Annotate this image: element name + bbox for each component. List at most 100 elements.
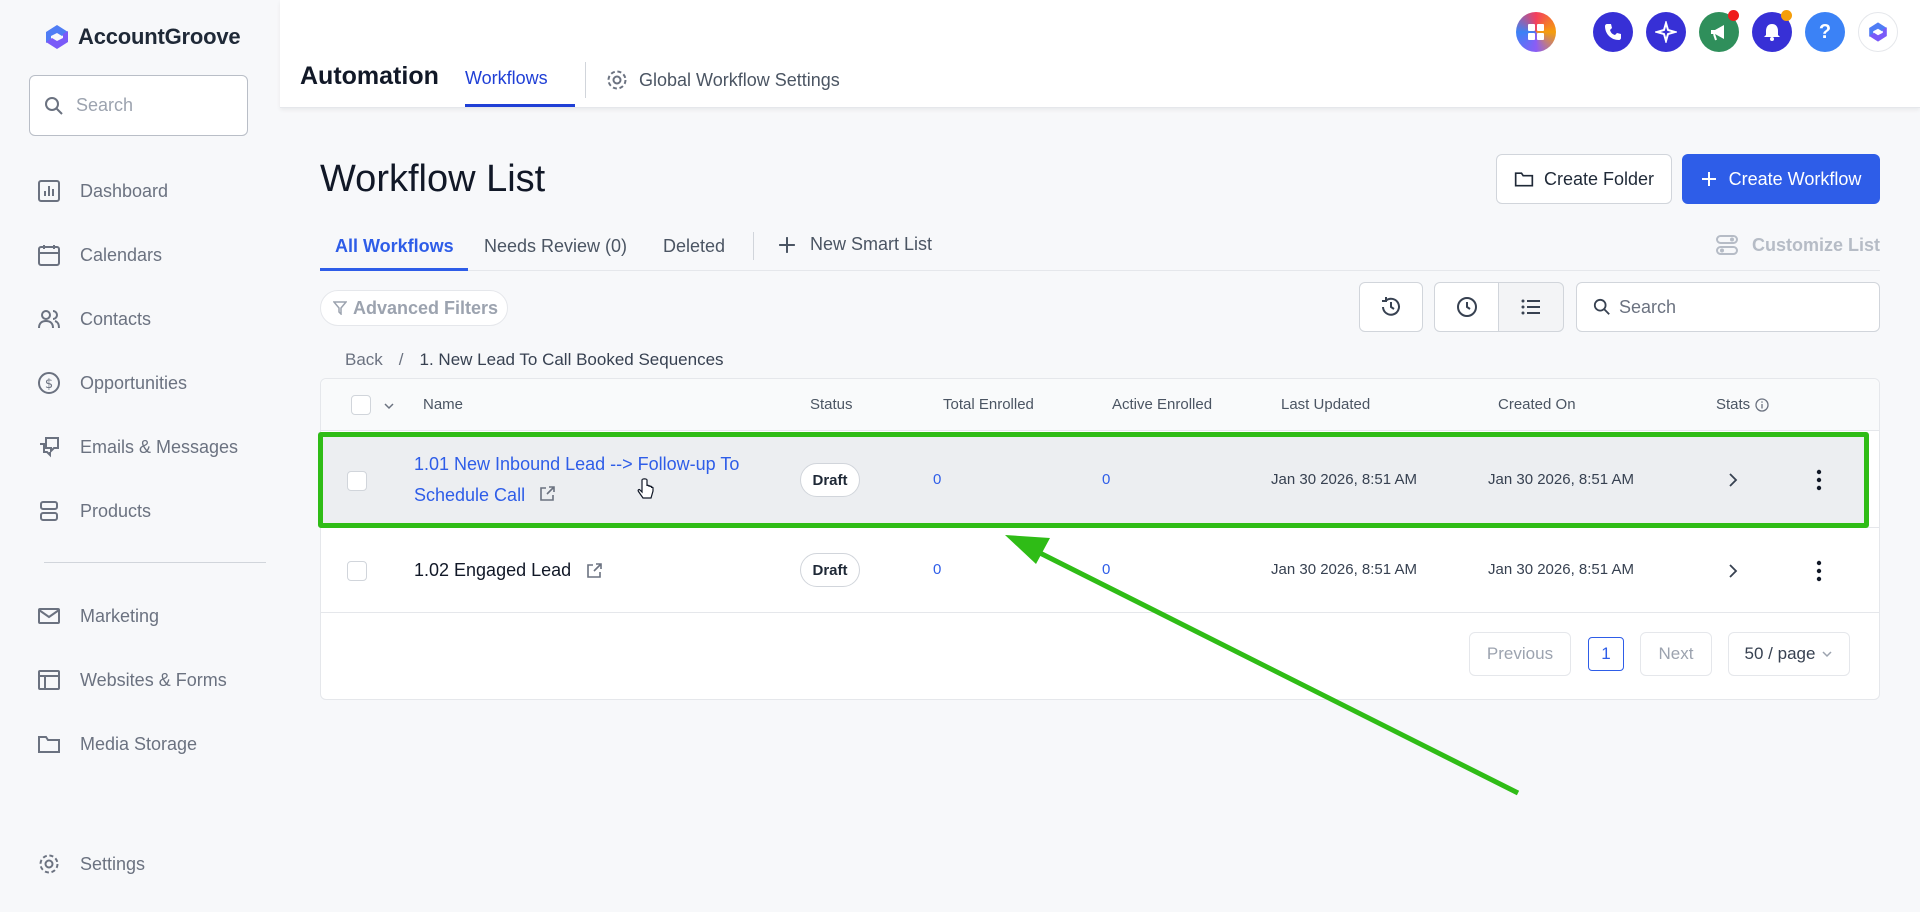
- external-link-icon[interactable]: [585, 562, 603, 580]
- column-header-active-enrolled: Active Enrolled: [1112, 396, 1213, 413]
- gear-icon: [36, 851, 62, 877]
- button-label: Create Folder: [1543, 168, 1655, 189]
- row-checkbox[interactable]: [347, 561, 367, 581]
- table-header: [321, 379, 1879, 431]
- dollar-icon: $: [36, 370, 62, 396]
- sidebar-item-contacts[interactable]: Contacts: [36, 306, 151, 332]
- column-header-created-on: Created On: [1498, 396, 1576, 413]
- browser-icon: [36, 667, 62, 693]
- sidebar-item-label: Contacts: [80, 308, 152, 329]
- svg-text:$: $: [45, 377, 53, 392]
- sidebar-item-opportunities[interactable]: $ Opportunities: [36, 370, 187, 396]
- tab-label: Global Workflow Settings: [639, 69, 840, 90]
- list-icon: [1521, 299, 1540, 315]
- filter-icon: [333, 301, 347, 315]
- page-section-title: Automation: [300, 62, 439, 90]
- chevron-down-icon: [1822, 651, 1832, 658]
- announcement-icon[interactable]: [1699, 10, 1739, 52]
- top-header: Automation Workflows Global Workflow Set…: [280, 0, 1920, 108]
- sidebar-item-label: Calendars: [80, 244, 163, 265]
- plus-icon: [779, 236, 795, 253]
- ai-sparkle-icon[interactable]: [1646, 12, 1686, 52]
- new-smart-list-button[interactable]: New Smart List: [778, 234, 932, 255]
- chevron-down-icon[interactable]: [383, 400, 395, 412]
- bell-icon[interactable]: [1752, 10, 1792, 52]
- active-tab-indicator: [320, 268, 468, 271]
- tab-workflows[interactable]: Workflows: [465, 68, 548, 89]
- tab-global-workflow-settings[interactable]: Global Workflow Settings: [605, 68, 840, 92]
- app-logo[interactable]: AccountGroove: [42, 22, 241, 52]
- sidebar: AccountGroove Search Dashboard Calendars…: [0, 0, 280, 912]
- plus-icon: [1701, 172, 1716, 186]
- sidebar-item-calendars[interactable]: Calendars: [36, 242, 162, 268]
- avatar[interactable]: [1858, 12, 1898, 52]
- select-all-checkbox[interactable]: [351, 395, 371, 415]
- phone-icon[interactable]: [1593, 12, 1633, 52]
- workflow-name: 1.02 Engaged Lead: [414, 560, 572, 580]
- contacts-icon: [36, 306, 62, 332]
- calendar-icon: [36, 242, 62, 268]
- clock-view-button[interactable]: [1434, 282, 1499, 332]
- search-icon: [1593, 298, 1610, 315]
- mail-icon: [36, 603, 62, 629]
- column-header-name: Name: [423, 396, 464, 413]
- tab-all-workflows[interactable]: All Workflows: [335, 236, 454, 257]
- clock-icon: [1456, 297, 1477, 317]
- sidebar-item-label: Websites & Forms: [80, 669, 227, 690]
- tab-divider: [753, 232, 754, 260]
- notification-dot: [1728, 10, 1739, 21]
- gear-icon: [607, 70, 627, 90]
- folder-icon: [36, 731, 62, 757]
- sidebar-item-emails[interactable]: Emails & Messages: [36, 434, 238, 460]
- sidebar-item-label: Emails & Messages: [80, 436, 239, 457]
- breadcrumb-back-link[interactable]: Back: [345, 350, 383, 370]
- history-button[interactable]: [1359, 282, 1423, 332]
- tab-deleted[interactable]: Deleted: [663, 236, 725, 257]
- header-icons: ?: [1516, 10, 1898, 52]
- chart-icon: [36, 178, 62, 204]
- page-size-select[interactable]: 50 / page: [1728, 632, 1850, 676]
- sidebar-item-products[interactable]: Products: [36, 498, 151, 524]
- status-badge: Draft: [800, 553, 860, 587]
- customize-list-button[interactable]: Customize List: [1716, 234, 1880, 256]
- sidebar-search-placeholder: Search: [76, 95, 134, 115]
- sidebar-item-websites[interactable]: Websites & Forms: [36, 667, 227, 693]
- sidebar-item-label: Products: [80, 500, 152, 521]
- help-icon[interactable]: ?: [1805, 12, 1845, 52]
- info-icon[interactable]: [1755, 397, 1769, 412]
- previous-page-button[interactable]: Previous: [1469, 632, 1571, 676]
- breadcrumb-separator: /: [398, 350, 404, 369]
- sidebar-item-marketing[interactable]: Marketing: [36, 603, 159, 629]
- sidebar-item-dashboard[interactable]: Dashboard: [36, 178, 168, 204]
- next-page-button[interactable]: Next: [1640, 632, 1712, 676]
- active-enrolled-value[interactable]: 0: [1102, 561, 1110, 578]
- row-divider: [321, 612, 1879, 613]
- sidebar-item-label: Dashboard: [80, 180, 169, 201]
- tab-needs-review[interactable]: Needs Review (0): [484, 236, 627, 257]
- button-label: Advanced Filters: [353, 297, 499, 318]
- active-tab-indicator: [465, 104, 575, 107]
- folder-icon: [1514, 172, 1534, 187]
- more-options-icon[interactable]: [1815, 559, 1823, 583]
- sidebar-divider: [44, 562, 266, 563]
- total-enrolled-value[interactable]: 0: [933, 561, 941, 578]
- breadcrumb-current: 1. New Lead To Call Booked Sequences: [419, 350, 724, 369]
- page-number[interactable]: 1: [1588, 637, 1624, 671]
- sidebar-search[interactable]: Search: [29, 75, 248, 136]
- create-folder-button[interactable]: Create Folder: [1496, 154, 1672, 204]
- created-on-value: Jan 30 2026, 8:51 AM: [1488, 561, 1634, 578]
- workflow-search-input[interactable]: Search: [1576, 282, 1880, 332]
- sidebar-item-media[interactable]: Media Storage: [36, 731, 197, 757]
- page-title: Workflow List: [320, 158, 546, 200]
- app-name: AccountGroove: [78, 24, 241, 49]
- column-header-label: Stats: [1716, 396, 1751, 413]
- apps-icon[interactable]: [1516, 12, 1556, 52]
- chevron-right-icon[interactable]: [1726, 563, 1740, 579]
- search-icon: [45, 96, 63, 115]
- sidebar-item-settings[interactable]: Settings: [36, 851, 145, 877]
- list-view-button[interactable]: [1498, 282, 1564, 332]
- create-workflow-button[interactable]: Create Workflow: [1682, 154, 1880, 204]
- advanced-filters-button[interactable]: Advanced Filters: [320, 290, 508, 326]
- workflow-name-link[interactable]: 1.02 Engaged Lead: [414, 560, 603, 581]
- sidebar-item-label: Marketing: [80, 605, 160, 626]
